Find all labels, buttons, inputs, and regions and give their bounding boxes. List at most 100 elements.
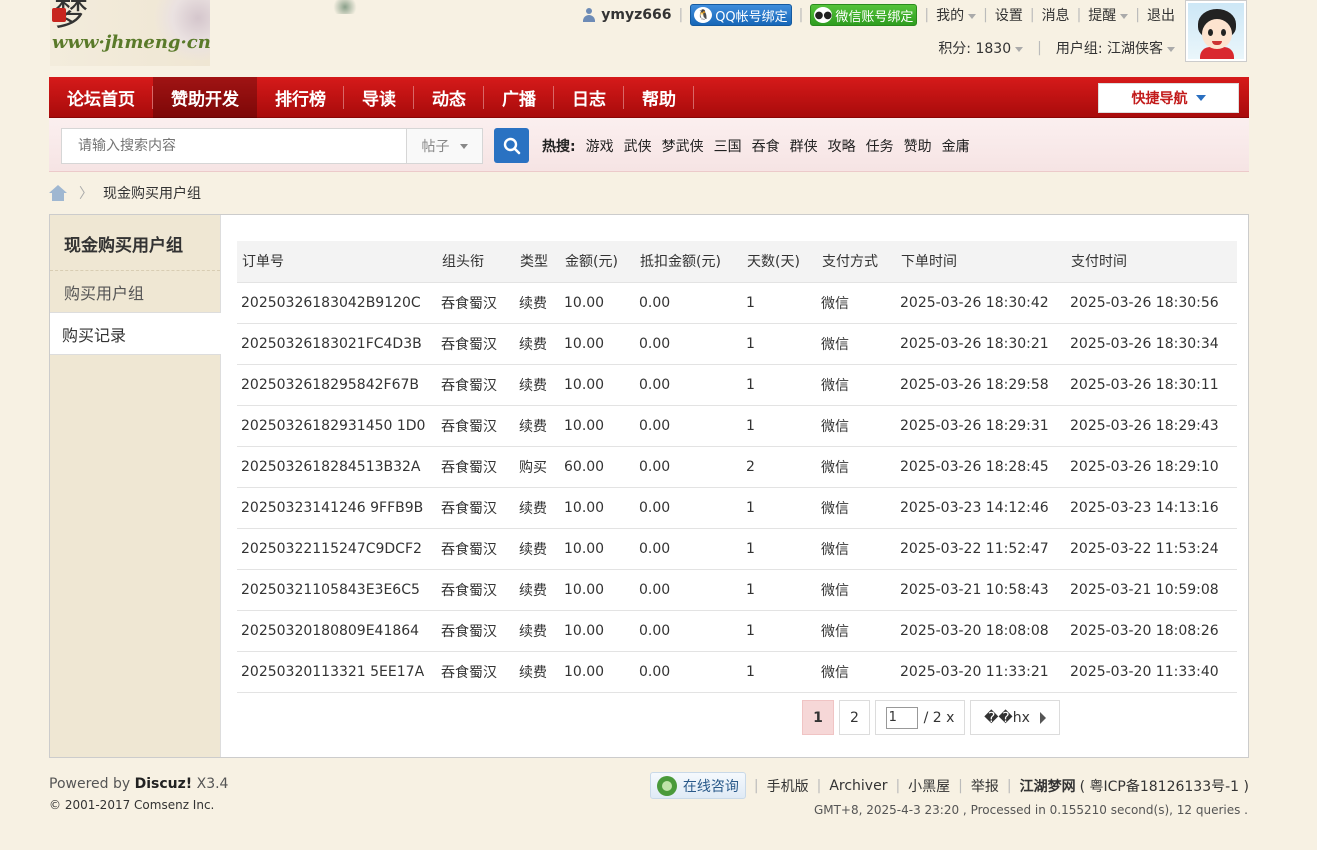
table-cell: 1 <box>742 651 817 693</box>
separator: | <box>1006 777 1012 794</box>
hot-search-item[interactable]: 群侠 <box>790 136 818 156</box>
table-cell: 0.00 <box>635 405 742 447</box>
hot-search-item[interactable]: 武侠 <box>624 136 652 156</box>
points-label: 积分: 1830 <box>938 41 1012 57</box>
footer-link-archiver[interactable]: Archiver <box>829 778 887 794</box>
page-jump-input[interactable]: 1 <box>885 706 918 729</box>
nav-item-0[interactable]: 论坛首页 <box>49 77 153 118</box>
nav-item-1[interactable]: 赞助开发 <box>153 77 257 118</box>
user-group-link[interactable]: 用户组: 江湖侠客 <box>1056 38 1175 58</box>
chevron-down-icon <box>1120 13 1129 19</box>
table-cell: 20250326183021FC4D3B <box>237 323 437 365</box>
sidebar-item-1[interactable]: 购买记录 <box>50 313 221 355</box>
avatar-image <box>1188 3 1244 59</box>
copyright: © 2001-2017 Comsenz Inc. <box>49 798 215 812</box>
sidebar-item-0[interactable]: 购买用户组 <box>50 271 220 313</box>
menu-messages[interactable]: 消息 <box>1042 5 1070 25</box>
footer-link-mobile[interactable]: 手机版 <box>767 776 809 796</box>
table-cell: 微信 <box>817 651 896 693</box>
nav-item-5[interactable]: 广播 <box>484 77 554 118</box>
hot-search-item[interactable]: 任务 <box>866 136 894 156</box>
hot-search-item[interactable]: 攻略 <box>828 136 856 156</box>
next-page-button[interactable]: ��hx <box>970 700 1060 735</box>
chevron-down-icon <box>1167 46 1175 52</box>
table-cell: 微信 <box>817 323 896 365</box>
footer-link-blackroom[interactable]: 小黑屋 <box>908 776 950 796</box>
table-cell: 1 <box>742 528 817 570</box>
hot-search-item[interactable]: 三国 <box>714 136 742 156</box>
search-button[interactable] <box>494 128 529 163</box>
logo-text: www·jhmeng·cn <box>52 32 210 53</box>
column-header: 支付方式 <box>817 241 896 283</box>
menu-settings[interactable]: 设置 <box>995 5 1023 25</box>
table-cell: 10.00 <box>560 528 635 570</box>
table-cell: 2025-03-22 11:52:47 <box>896 528 1066 570</box>
home-icon[interactable] <box>49 185 67 201</box>
separator: | <box>958 777 963 794</box>
footer-link-report[interactable]: 举报 <box>971 776 999 796</box>
table-cell: 吞食蜀汉 <box>437 651 515 693</box>
nav-item-4[interactable]: 动态 <box>414 77 484 118</box>
column-header: 组头衔 <box>437 241 515 283</box>
table-cell: 2025-03-26 18:29:31 <box>896 405 1066 447</box>
orders-table-wrap: 订单号 组头衔 类型 金额(元) 抵扣金额(元) 天数(天) 支付方式 下单时间 支付时间 20… <box>237 241 1237 693</box>
table-body: 20250326183042B9120C 吞食蜀汉 续费 10.00 0.00 1 微信 20… <box>237 282 1237 693</box>
menu-logout[interactable]: 退出 <box>1147 5 1175 25</box>
column-header: 订单号 <box>237 241 437 283</box>
username-link[interactable]: ymyz666 <box>601 7 671 23</box>
nav-items: 论坛首页 赞助开发 排行榜 导读 动态 广播 日志 帮助 <box>49 77 1249 118</box>
wechat-bind-button[interactable]: ●● 微信账号绑定 <box>810 4 918 26</box>
search-input[interactable] <box>62 129 406 163</box>
table-cell: 2025032618295842F67B <box>237 364 437 406</box>
nav-item-7[interactable]: 帮助 <box>624 77 694 118</box>
table-header-row: 订单号 组头衔 类型 金额(元) 抵扣金额(元) 天数(天) 支付方式 下单时间 支付时间 <box>237 241 1237 283</box>
table-cell: 2025-03-20 18:08:26 <box>1066 610 1237 652</box>
table-cell: 吞食蜀汉 <box>437 569 515 611</box>
avatar[interactable] <box>1185 0 1247 62</box>
separator: | <box>1135 7 1140 23</box>
table-cell: 2025-03-23 14:12:46 <box>896 487 1066 529</box>
footer-meta: GMT+8, 2025-4-3 23:20 , Processed in 0.1… <box>813 803 1248 817</box>
points-link[interactable]: 积分: 1830 <box>938 38 1024 58</box>
online-consult-button[interactable]: 在线咨询 <box>649 772 746 799</box>
column-header: 类型 <box>515 241 560 283</box>
separator: | <box>1076 7 1082 23</box>
quick-nav-button[interactable]: 快捷导航 <box>1098 83 1239 113</box>
nav-item-6[interactable]: 日志 <box>554 77 624 118</box>
wechat-icon: ●● <box>814 7 833 23</box>
site-logo[interactable]: 梦 www·jhmeng·cn <box>50 0 210 66</box>
separator: | <box>678 7 684 23</box>
table-cell: 吞食蜀汉 <box>437 446 515 488</box>
hot-search-item[interactable]: 梦武侠 <box>662 136 704 156</box>
table-cell: 2025-03-20 11:33:21 <box>896 651 1066 693</box>
table-cell: 吞食蜀汉 <box>437 282 515 324</box>
table-cell: 10.00 <box>560 282 635 324</box>
powered-prefix: Powered by <box>49 776 135 792</box>
qq-bind-button[interactable]: 🐧 QQ帐号绑定 <box>690 4 792 26</box>
nav-item-3[interactable]: 导读 <box>344 77 414 118</box>
table-cell: 10.00 <box>560 405 635 447</box>
breadcrumb-current[interactable]: 现金购买用户组 <box>103 183 201 203</box>
hot-search-item[interactable]: 吞食 <box>752 136 780 156</box>
menu-mine[interactable]: 我的 <box>936 5 977 25</box>
table-cell: 2025-03-20 11:33:40 <box>1066 651 1237 693</box>
hot-search-item[interactable]: 金庸 <box>942 136 970 156</box>
table-cell: 2025-03-26 18:28:45 <box>896 446 1066 488</box>
nav-item-2[interactable]: 排行榜 <box>257 77 344 118</box>
discuz-link[interactable]: Discuz! <box>135 776 193 792</box>
sidebar: 现金购买用户组 购买用户组 购买记录 <box>50 215 221 757</box>
table-cell: 1 <box>742 405 817 447</box>
table-cell: 2025-03-26 18:29:10 <box>1066 446 1237 488</box>
footer-site-name[interactable]: 江湖梦网 <box>1020 776 1076 796</box>
table-cell: 2025-03-21 10:59:08 <box>1066 569 1237 611</box>
footer-icp[interactable]: ( 粤ICP备18126133号-1 ) <box>1080 776 1249 796</box>
table-cell: 20250323141246 9FFB9B <box>237 487 437 529</box>
separator: | <box>1037 40 1042 56</box>
menu-notifications[interactable]: 提醒 <box>1088 5 1129 25</box>
hot-search-item[interactable]: 游戏 <box>586 136 614 156</box>
search-type-select[interactable]: 帖子 <box>406 129 482 163</box>
page-2-link[interactable]: 2 <box>839 700 870 735</box>
main-nav: 论坛首页 赞助开发 排行榜 导读 动态 广播 日志 帮助 快捷导航 <box>49 77 1249 118</box>
table-cell: 2025-03-26 18:30:21 <box>896 323 1066 365</box>
hot-search-item[interactable]: 赞助 <box>904 136 932 156</box>
